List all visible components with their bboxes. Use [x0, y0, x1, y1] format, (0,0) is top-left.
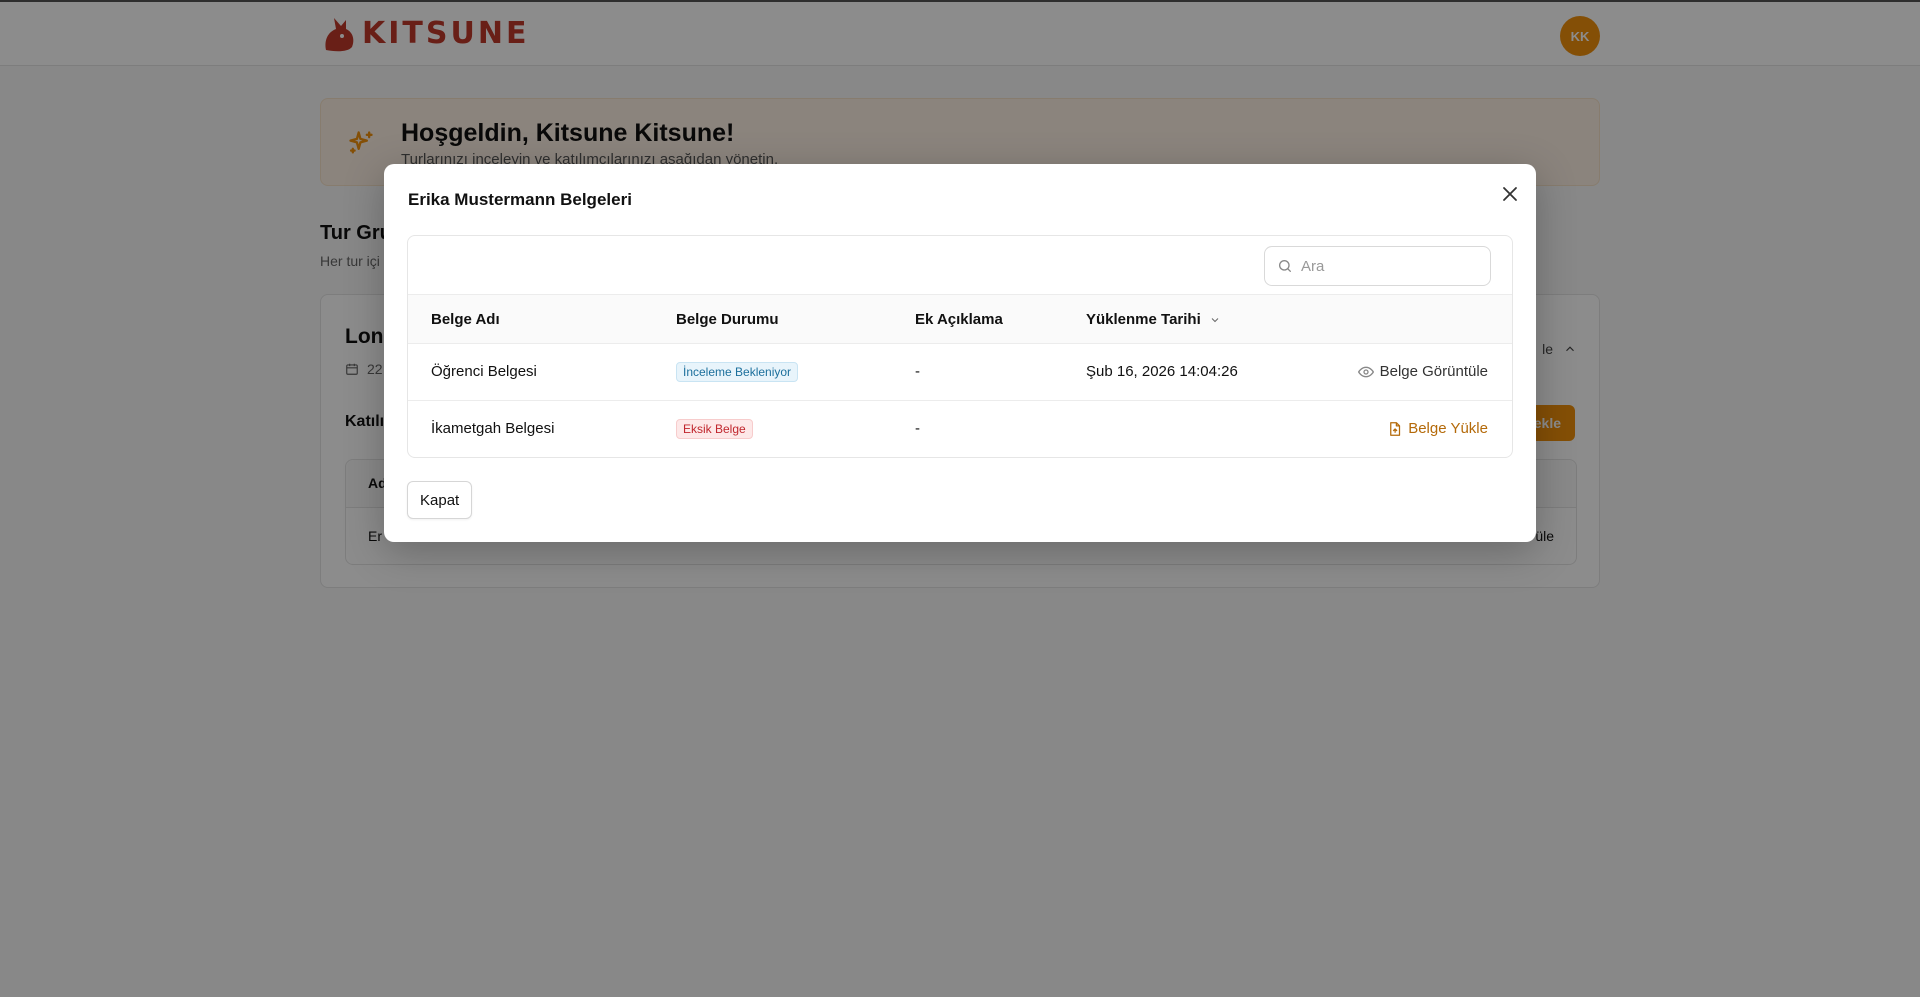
col-document-name: Belge Adı [431, 311, 500, 328]
row-note: - [915, 363, 920, 380]
file-upload-icon [1390, 421, 1401, 436]
row-document-name: İkametgah Belgesi [431, 420, 555, 437]
status-badge: Eksik Belge [676, 419, 753, 439]
view-document-label: Belge Görüntüle [1379, 363, 1488, 380]
close-button[interactable]: Kapat [407, 481, 473, 519]
table-header: Belge Adı Belge Durumu Ek Açıklama Yükle… [408, 294, 1512, 344]
documents-modal: Erika Mustermann Belgeleri Belge Adı Bel… [384, 164, 1536, 542]
eye-icon [1357, 366, 1374, 377]
col-document-status: Belge Durumu [676, 311, 779, 328]
col-upload-date-label: Yüklenme Tarihi [1086, 311, 1201, 328]
chevron-down-icon [1211, 317, 1219, 322]
view-document-button[interactable]: Belge Görüntüle [1357, 363, 1488, 380]
search-input[interactable] [1301, 257, 1471, 275]
table-row: Öğrenci Belgesi İnceleme Bekleniyor - Şu… [408, 344, 1512, 401]
upload-document-label: Belge Yükle [1408, 420, 1488, 437]
col-upload-date[interactable]: Yüklenme Tarihi [1086, 311, 1221, 328]
table-row: İkametgah Belgesi Eksik Belge - Belge Yü… [408, 401, 1512, 457]
row-upload-date: Şub 16, 2026 14:04:26 [1086, 363, 1238, 380]
upload-document-button[interactable]: Belge Yükle [1387, 420, 1488, 437]
close-icon[interactable] [1498, 182, 1522, 206]
status-badge: İnceleme Bekleniyor [676, 362, 799, 382]
search-box[interactable] [1264, 246, 1491, 286]
modal-title: Erika Mustermann Belgeleri [408, 190, 632, 209]
search-icon [1279, 260, 1291, 272]
col-extra-note: Ek Açıklama [915, 311, 1003, 328]
documents-table: Belge Adı Belge Durumu Ek Açıklama Yükle… [407, 235, 1513, 458]
row-note: - [915, 420, 920, 437]
row-document-name: Öğrenci Belgesi [431, 363, 537, 380]
